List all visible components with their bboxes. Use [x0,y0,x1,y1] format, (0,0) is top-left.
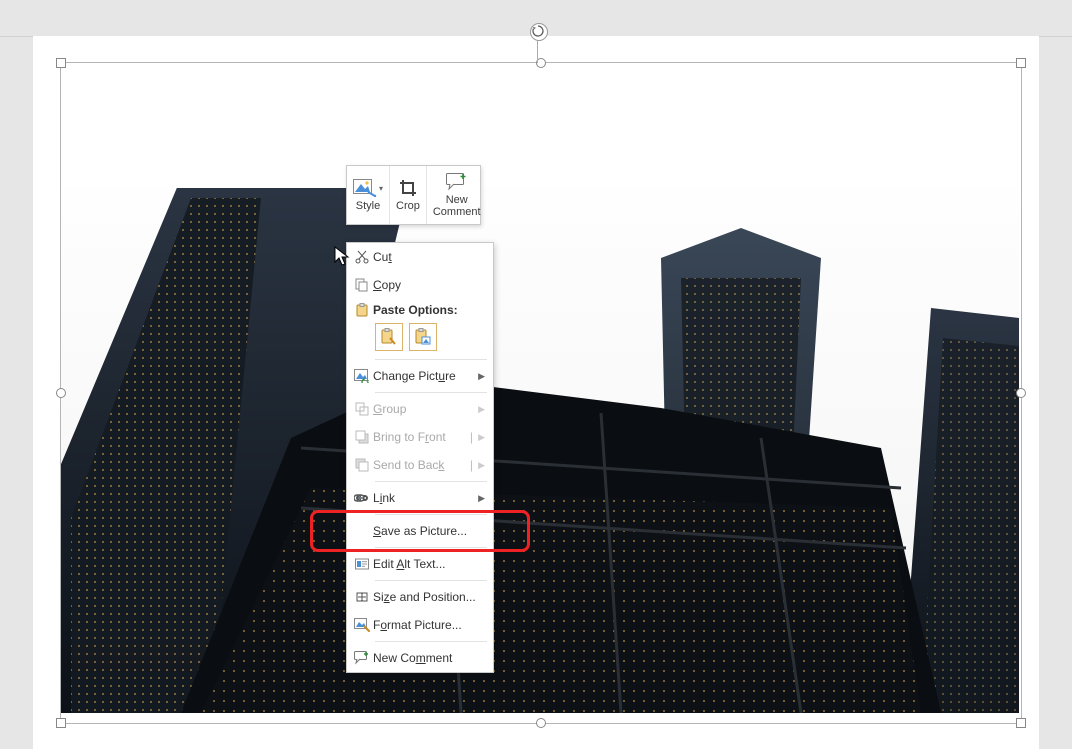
paste-option-picture[interactable] [409,323,437,351]
rotate-handle-stem [537,41,538,63]
paste-option-keep-source[interactable] [375,323,403,351]
separator [375,514,487,515]
resize-handle-bottom[interactable] [536,718,546,728]
dropdown-arrow-icon: ▾ [379,184,383,193]
picture-selection-box [60,62,1022,724]
menu-size-position-label: Size and Position... [373,590,485,604]
menu-link-label: Link [373,491,485,505]
menu-bring-to-front-label: Bring to Front [373,430,485,444]
menu-send-to-back-label: Send to Back [373,458,485,472]
resize-handle-top-left[interactable] [56,58,66,68]
menu-size-and-position[interactable]: Size and Position... [347,583,493,611]
crop-icon [399,178,417,198]
submenu-arrow-icon: ▶ [478,404,485,415]
menu-format-picture[interactable]: Format Picture... [347,611,493,639]
split-bar: | [470,458,473,472]
menu-send-to-back: Send to Back | ▶ [347,451,493,479]
menu-save-as-picture[interactable]: Save as Picture... [347,517,493,545]
paste-icon [351,303,373,317]
cut-icon [351,250,373,264]
paste-options-row [347,321,493,357]
menu-edit-alt-text[interactable]: Edit Alt Text... [347,550,493,578]
style-button[interactable]: ▾ Style [347,166,390,224]
resize-handle-bottom-left[interactable] [56,718,66,728]
split-bar: | [470,430,473,444]
picture-style-icon: ▾ [353,178,383,198]
menu-copy-label: Copy [373,278,485,292]
menu-new-comment[interactable]: New Comment [347,644,493,672]
menu-copy[interactable]: Copy [347,271,493,299]
submenu-arrow-icon: ▶ [478,493,485,504]
menu-change-picture[interactable]: Change Picture ▶ [347,362,493,390]
alt-text-icon [351,557,373,571]
crop-button[interactable]: Crop [390,166,427,224]
separator [375,641,487,642]
group-icon [351,402,373,416]
separator [375,359,487,360]
bring-to-front-icon [351,430,373,444]
menu-cut[interactable]: Cut [347,243,493,271]
separator [375,580,487,581]
resize-handle-left[interactable] [56,388,66,398]
rotate-handle[interactable] [530,23,548,41]
comment-icon [351,651,373,665]
menu-link[interactable]: Link ▶ [347,484,493,512]
menu-paste-options-label: Paste Options: [373,303,485,317]
submenu-arrow-icon: ▶ [478,460,485,471]
menu-new-comment-label: New Comment [373,651,485,665]
menu-format-picture-label: Format Picture... [373,618,485,632]
menu-cut-label: Cut [373,250,485,264]
resize-handle-right[interactable] [1016,388,1026,398]
new-comment-icon [446,172,468,192]
context-menu: Cut Copy Paste Options: Change Picture ▶… [346,242,494,673]
mini-toolbar: ▾ Style Crop NewComment [346,165,481,225]
format-picture-icon [351,618,373,632]
link-icon [351,492,373,504]
change-picture-icon [351,369,373,383]
menu-save-as-picture-label: Save as Picture... [373,524,485,538]
new-comment-button[interactable]: NewComment [427,166,487,224]
crop-label: Crop [396,200,420,212]
submenu-arrow-icon: ▶ [478,371,485,382]
resize-handle-top-right[interactable] [1016,58,1026,68]
separator [375,547,487,548]
menu-edit-alt-text-label: Edit Alt Text... [373,557,485,571]
menu-bring-to-front: Bring to Front | ▶ [347,423,493,451]
style-label: Style [356,200,380,212]
separator [375,392,487,393]
send-to-back-icon [351,458,373,472]
menu-group: Group ▶ [347,395,493,423]
menu-paste-options[interactable]: Paste Options: [347,299,493,321]
copy-icon [351,278,373,292]
menu-change-picture-label: Change Picture [373,369,485,383]
size-position-icon [351,590,373,604]
submenu-arrow-icon: ▶ [478,432,485,443]
resize-handle-bottom-right[interactable] [1016,718,1026,728]
menu-group-label: Group [373,402,485,416]
separator [375,481,487,482]
new-comment-label: NewComment [433,194,481,218]
